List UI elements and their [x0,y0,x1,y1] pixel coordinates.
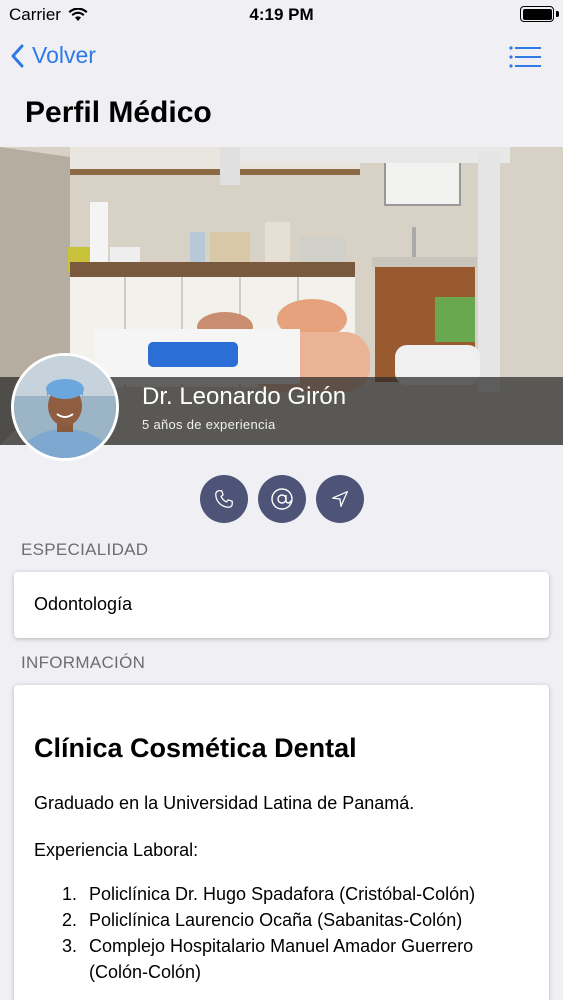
doctor-name: Dr. Leonardo Girón [142,383,347,410]
page-title: Perfil Médico [25,96,212,129]
information-header: INFORMACIÓN [21,653,146,672]
at-sign-icon [271,488,293,510]
back-button[interactable]: Volver [10,42,96,69]
experience-list: 1. Policlínica Dr. Hugo Spadafora (Cristó… [62,881,532,985]
directions-button[interactable] [316,475,364,523]
list-item: 2. Policlínica Laurencio Ocaña (Sabanitas… [62,910,463,930]
specialty-card: Odontología [14,572,549,638]
location-arrow-icon [332,491,348,507]
experience-title: Experiencia Laboral: [34,840,199,860]
email-button[interactable] [258,475,306,523]
information-card: Clínica Cosmética Dental Graduado en la … [14,685,549,1000]
chevron-left-icon [11,44,24,67]
navigation-bar: Volver [0,30,563,86]
status-bar: Carrier 4:19 PM [0,0,563,30]
doctor-experience: 5 años de experiencia [142,417,276,432]
list-icon[interactable] [509,46,541,68]
battery-icon [520,6,554,22]
phone-icon [215,490,233,508]
battery-nub [556,11,559,17]
back-label: Volver [32,42,96,68]
specialty-value: Odontología [34,594,133,614]
doctor-portrait [14,356,116,458]
status-time: 4:19 PM [249,5,314,24]
education-text: Graduado en la Universidad Latina de Pan… [34,793,415,813]
call-button[interactable] [200,475,248,523]
contact-actions [0,475,563,523]
list-item: 1. Policlínica Dr. Hugo Spadafora (Cristó… [62,884,476,904]
avatar [11,353,119,461]
list-item: 3. Complejo Hospitalario Manuel Amador Gu… [62,936,474,982]
specialty-header: ESPECIALIDAD [21,540,149,559]
clinic-name: Clínica Cosmética Dental [34,733,357,763]
